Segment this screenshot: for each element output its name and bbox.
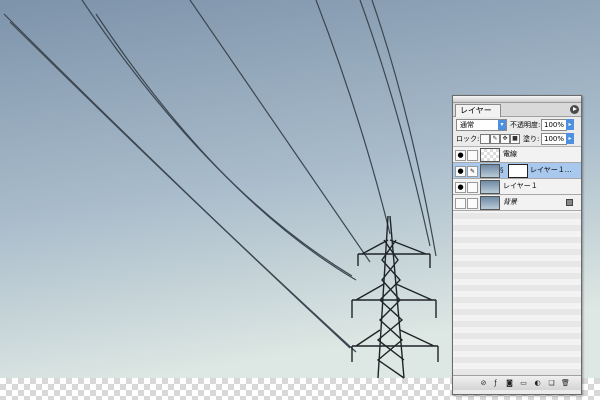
layers-list: ● 電線 ● ✎ § レイヤー１... ● レイヤー１ 背景 (453, 147, 581, 376)
lock-icon (566, 199, 573, 206)
fill-arrow-icon[interactable]: ▸ (566, 133, 574, 144)
layer-row-adjustment[interactable]: ● ✎ § レイヤー１... (453, 163, 581, 179)
tab-layers[interactable]: レイヤー (455, 104, 501, 117)
layer-mask-thumbnail[interactable] (508, 164, 528, 178)
layer-name: 背景 (503, 198, 517, 206)
adjustment-layer-icon[interactable]: ◐ (533, 379, 542, 387)
new-group-icon[interactable]: ▭ (519, 379, 528, 387)
visibility-eye-icon[interactable]: ● (455, 166, 466, 177)
layer-link-box[interactable] (467, 198, 478, 209)
visibility-off-box[interactable] (455, 198, 466, 209)
layer-thumbnail (480, 196, 500, 210)
layer-brush-icon[interactable]: ✎ (467, 166, 478, 177)
add-mask-icon[interactable]: ◙ (505, 379, 514, 387)
layer-name: レイヤー１ (503, 182, 538, 190)
layer-row-wires[interactable]: ● 電線 (453, 147, 581, 163)
fill-input[interactable]: 100% (541, 133, 567, 145)
new-layer-icon[interactable]: ❏ (547, 379, 556, 387)
visibility-eye-icon[interactable]: ● (455, 182, 466, 193)
layer-name: 電線 (503, 150, 517, 158)
lock-all-icon[interactable]: ■ (510, 134, 520, 144)
layer-link-box[interactable] (467, 182, 478, 193)
fill-label: 塗り: (523, 135, 540, 143)
layer-row-background[interactable]: 背景 (453, 195, 581, 211)
palette-tab-row: レイヤー (453, 103, 581, 117)
blend-mode-value: 通常 (460, 121, 474, 129)
opacity-input[interactable]: 100% (541, 119, 567, 131)
palette-footer: ⊘ ƒ ◙ ▭ ◐ ❏ 🗑 (453, 376, 581, 390)
lock-transparency-icon[interactable] (480, 134, 490, 144)
opacity-label: 不透明度: (510, 121, 541, 129)
lock-move-icon[interactable]: ✥ (500, 134, 510, 144)
dropdown-arrow-icon[interactable]: ▾ (498, 120, 506, 130)
chain-link-icon[interactable]: § (500, 166, 504, 174)
layers-palette: レイヤー 通常 ▾ 不透明度: 100% ▸ ロック: ✎ ✥ ■ 塗り: 10… (452, 95, 582, 395)
layer-thumbnail (480, 148, 500, 162)
lock-fill-row: ロック: ✎ ✥ ■ 塗り: 100% ▸ (453, 132, 581, 147)
trash-icon[interactable]: 🗑 (561, 379, 570, 387)
visibility-eye-icon[interactable]: ● (455, 150, 466, 161)
opacity-arrow-icon[interactable]: ▸ (566, 119, 574, 130)
palette-menu-icon[interactable] (570, 105, 579, 114)
layer-thumbnail (480, 180, 500, 194)
blend-opacity-row: 通常 ▾ 不透明度: 100% ▸ (453, 117, 581, 132)
blend-mode-select[interactable]: 通常 ▾ (456, 119, 507, 131)
layer-thumbnail (480, 164, 500, 178)
palette-titlebar[interactable] (453, 96, 581, 103)
layer-style-icon[interactable]: ƒ (491, 379, 500, 387)
lock-label: ロック: (456, 135, 480, 143)
layer-name: レイヤー１... (530, 166, 572, 174)
lock-brush-icon[interactable]: ✎ (490, 134, 500, 144)
layer-link-box[interactable] (467, 150, 478, 161)
link-layers-icon[interactable]: ⊘ (479, 379, 488, 387)
layer-row-layer1[interactable]: ● レイヤー１ (453, 179, 581, 195)
